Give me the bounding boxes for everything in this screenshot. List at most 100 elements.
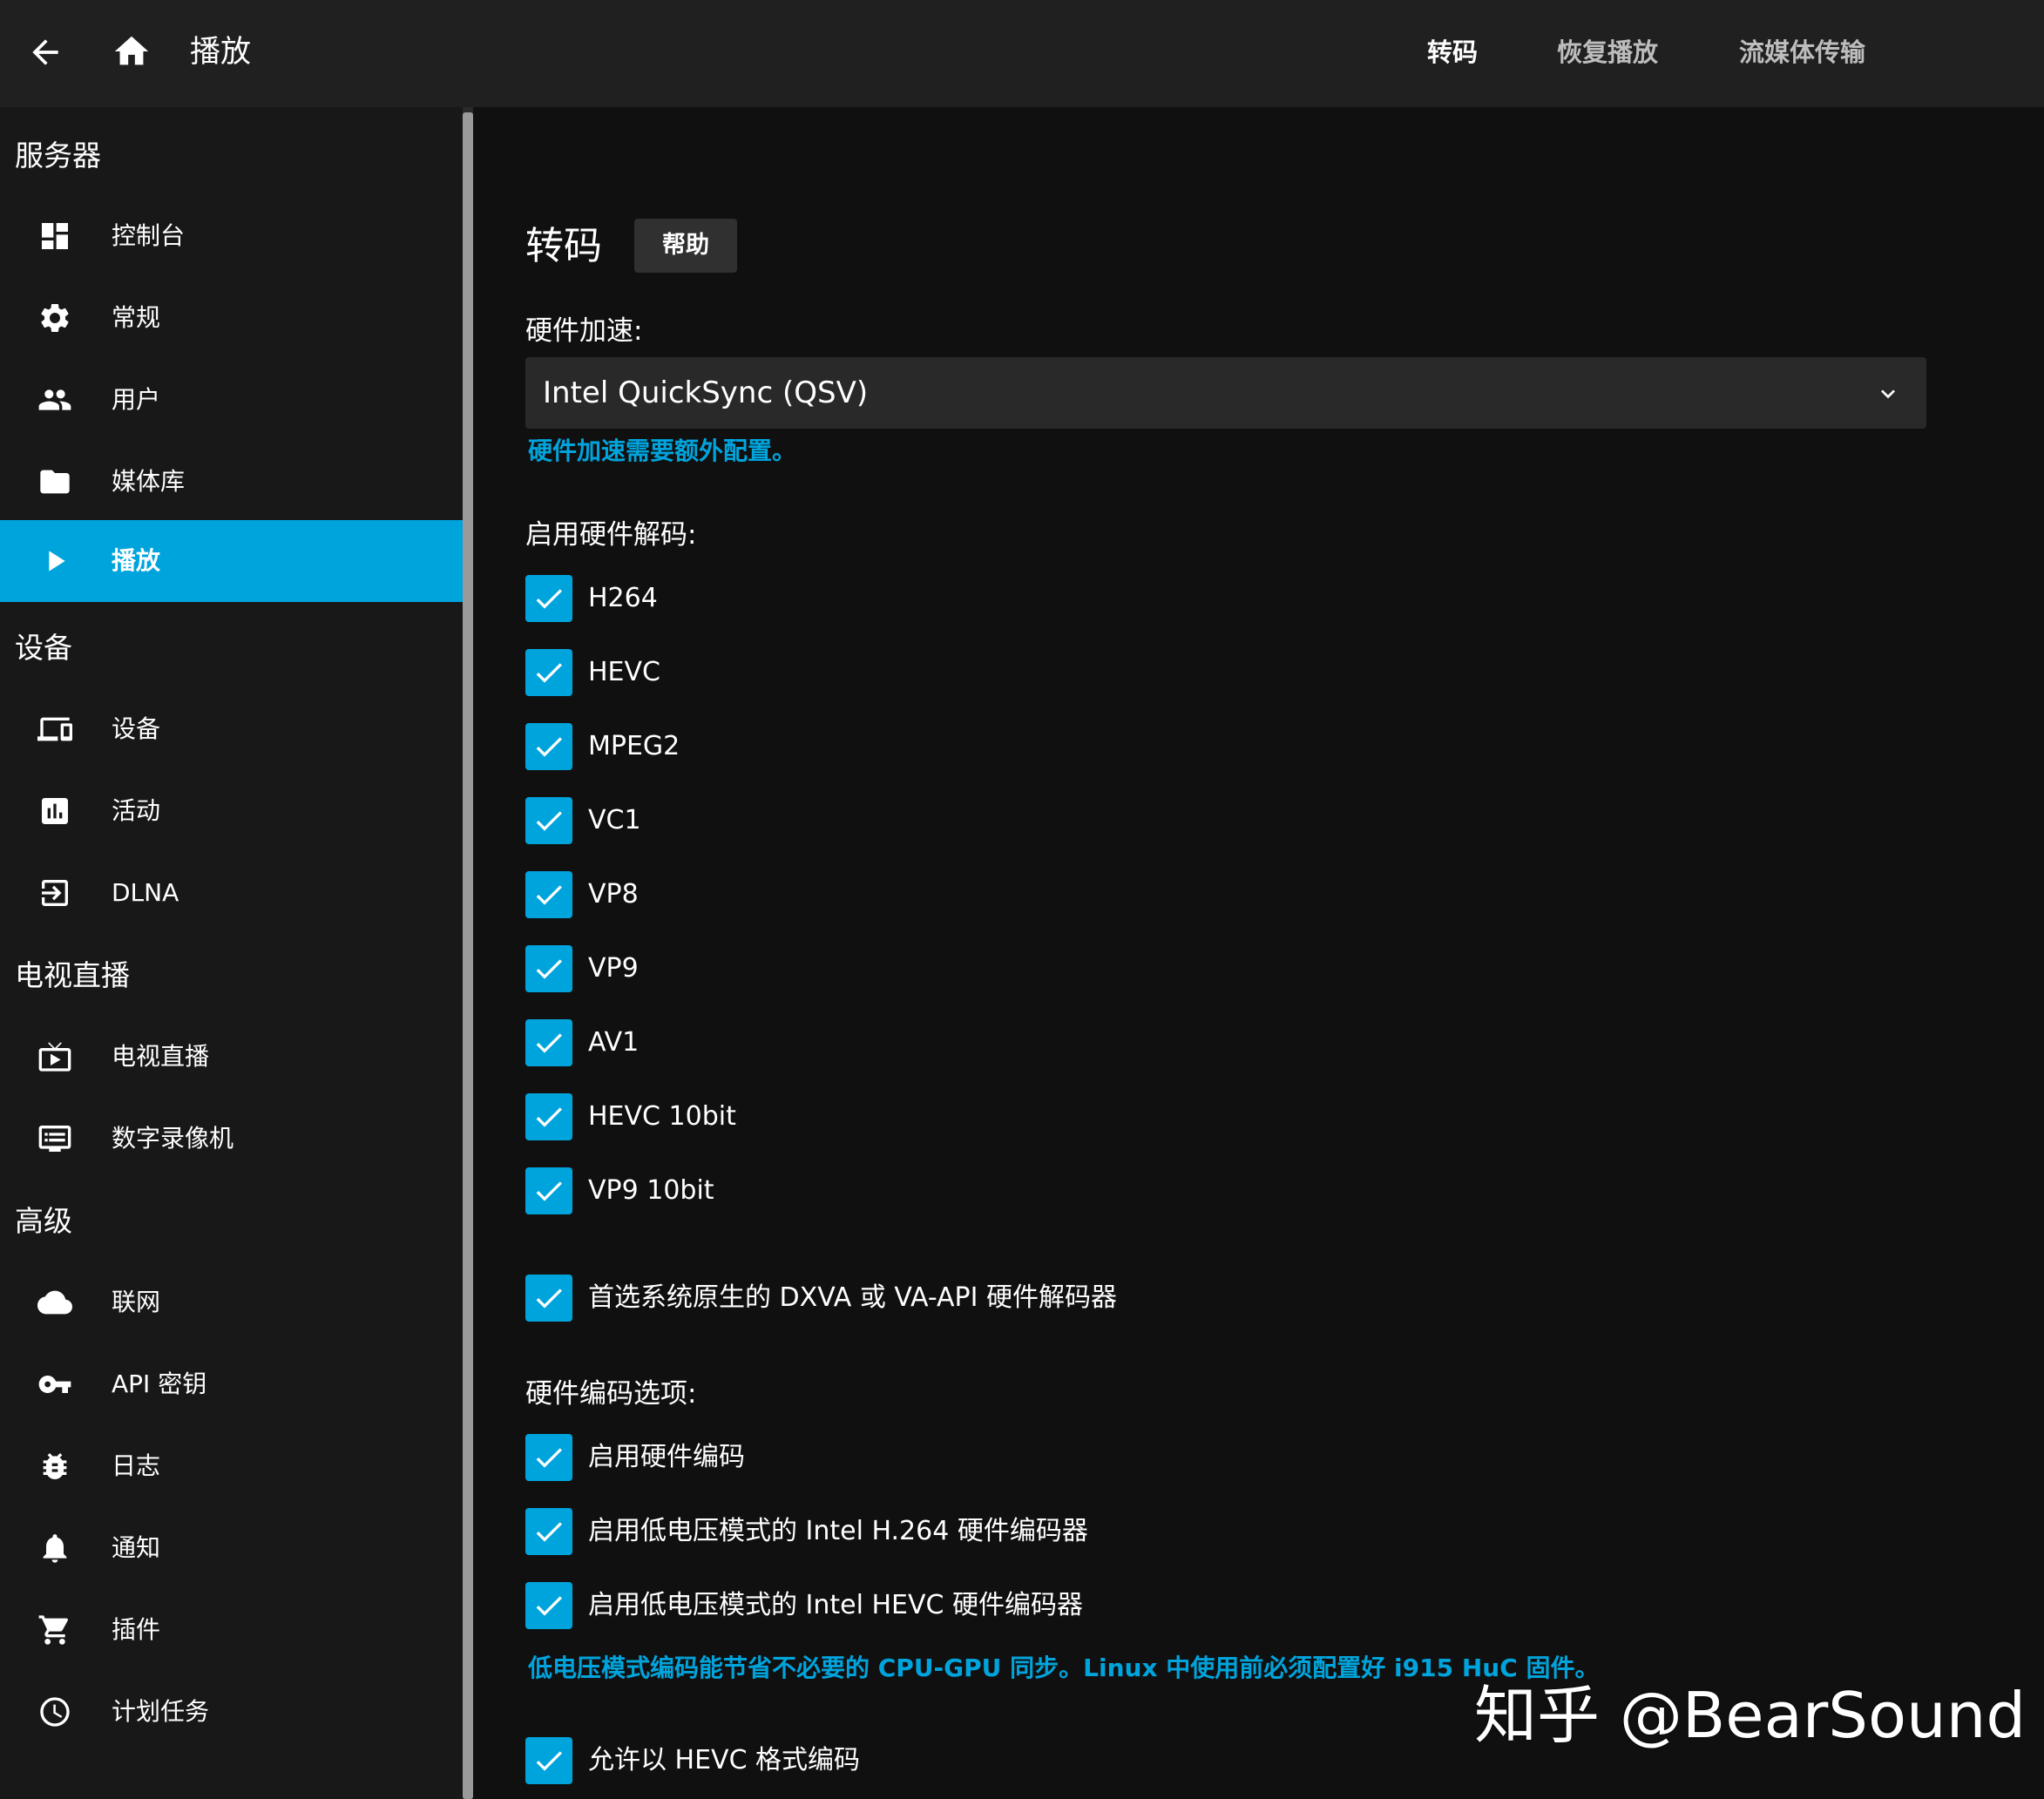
tab-transcoding[interactable]: 转码: [1427, 35, 1478, 70]
check-icon: [536, 589, 562, 609]
dlna-icon: [42, 880, 68, 906]
check-icon: [536, 663, 562, 683]
sidebar-section-advanced: 高级: [15, 1204, 72, 1238]
cloud-icon: [37, 1290, 72, 1315]
checkbox-label: AV1: [588, 1027, 640, 1058]
sidebar-item-label: 数字录像机: [112, 1124, 234, 1153]
sidebar-item-general[interactable]: 常规: [0, 277, 463, 359]
checkbox-label: H264: [588, 583, 658, 613]
bug-icon: [43, 1453, 67, 1479]
home-icon[interactable]: [112, 31, 152, 71]
sidebar-item-scheduled-tasks[interactable]: 计划任务: [0, 1671, 463, 1753]
sidebar-section-server: 服务器: [15, 139, 101, 172]
checkbox-label: MPEG2: [588, 731, 680, 761]
check-icon: [536, 1448, 562, 1468]
back-arrow-icon[interactable]: [26, 33, 64, 71]
dashboard-icon: [42, 223, 68, 249]
sidebar-item-dlna[interactable]: DLNA: [0, 852, 463, 934]
checkbox-box[interactable]: [525, 1093, 572, 1140]
check-icon: [536, 1522, 562, 1542]
devices-icon: [37, 717, 72, 741]
sidebar-item-users[interactable]: 用户: [0, 359, 463, 441]
sidebar-item-label: API 密钥: [112, 1370, 207, 1398]
checkbox-box[interactable]: [525, 1508, 572, 1555]
hw-accel-select[interactable]: Intel QuickSync (QSV): [525, 357, 1926, 429]
checkbox-box[interactable]: [525, 1582, 572, 1629]
sidebar-item-label: 计划任务: [112, 1697, 210, 1726]
checkbox-label: HEVC 10bit: [588, 1101, 736, 1132]
low-power-note-link[interactable]: 低电压模式编码能节省不必要的 CPU-GPU 同步。Linux 中使用前必须配置…: [528, 1650, 1600, 1687]
help-button[interactable]: 帮助: [634, 219, 737, 273]
encode-label: 硬件编码选项:: [525, 1378, 697, 1410]
sidebar-item-notifications[interactable]: 通知: [0, 1507, 463, 1589]
watermark: 知乎 @BearSound: [1474, 1679, 2027, 1752]
folder-icon: [40, 470, 70, 494]
checkbox-label: VP9: [588, 953, 639, 984]
checkbox-label: VP8: [588, 879, 639, 910]
check-icon: [536, 737, 562, 757]
check-icon: [536, 1107, 562, 1127]
checkbox-label: VC1: [588, 805, 641, 835]
tab-streaming[interactable]: 流媒体传输: [1739, 35, 1865, 70]
check-icon: [536, 959, 562, 979]
play-icon: [49, 551, 65, 571]
checkbox-box[interactable]: [525, 1434, 572, 1481]
checkbox-box[interactable]: [525, 1275, 572, 1322]
main-content: 转码 帮助 硬件加速: Intel QuickSync (QSV) 硬件加速需要…: [473, 107, 2044, 1799]
sidebar-item-dashboard[interactable]: 控制台: [0, 195, 463, 277]
check-icon: [536, 1288, 562, 1309]
users-icon: [38, 389, 71, 410]
scrollbar-thumb[interactable]: [463, 112, 473, 1799]
checkbox-label: HEVC: [588, 657, 660, 687]
hw-accel-config-link[interactable]: 硬件加速需要额外配置。: [528, 433, 796, 470]
sidebar-item-label: 控制台: [112, 221, 186, 250]
sidebar-item-label: 联网: [112, 1288, 161, 1316]
sidebar-item-playback[interactable]: 播放: [0, 520, 463, 602]
sidebar: 服务器 控制台 常规 用户 媒体库 播放 设备 设备 活动 DLNA 电视直播 …: [0, 107, 463, 1799]
sidebar-item-label: 播放: [112, 546, 161, 575]
sidebar-item-label: DLNA: [112, 878, 179, 907]
checkbox-box[interactable]: [525, 723, 572, 770]
sidebar-item-libraries[interactable]: 媒体库: [0, 441, 463, 523]
tab-resume[interactable]: 恢复播放: [1557, 35, 1658, 70]
checkbox-box[interactable]: [525, 575, 572, 622]
page-title: 播放: [190, 35, 252, 70]
checkbox-box[interactable]: [525, 649, 572, 696]
checkbox-label: 启用低电压模式的 Intel H.264 硬件编码器: [588, 1516, 1088, 1546]
sidebar-item-dvr[interactable]: 数字录像机: [0, 1098, 463, 1180]
sidebar-section-devices: 设备: [15, 631, 72, 665]
key-icon: [38, 1376, 71, 1393]
sidebar-item-activity[interactable]: 活动: [0, 770, 463, 852]
check-icon: [536, 1033, 562, 1053]
sidebar-item-label: 设备: [112, 714, 161, 743]
live-tv-icon: [38, 1042, 71, 1072]
hw-accel-label: 硬件加速:: [525, 315, 643, 347]
sidebar-item-label: 媒体库: [112, 467, 186, 496]
checkbox-box[interactable]: [525, 1019, 572, 1066]
checkbox-box[interactable]: [525, 797, 572, 844]
sidebar-item-logs[interactable]: 日志: [0, 1425, 463, 1507]
checkbox-label: 首选系统原生的 DXVA 或 VA-API 硬件解码器: [588, 1282, 1118, 1313]
cart-icon: [38, 1615, 69, 1645]
checkbox-box[interactable]: [525, 871, 572, 918]
checkbox-box[interactable]: [525, 945, 572, 992]
decode-label: 启用硬件解码:: [525, 519, 697, 551]
sidebar-item-devices[interactable]: 设备: [0, 688, 463, 770]
sidebar-item-plugins[interactable]: 插件: [0, 1589, 463, 1671]
check-icon: [536, 885, 562, 905]
checkbox-label: 启用低电压模式的 Intel HEVC 硬件编码器: [588, 1590, 1084, 1620]
check-icon: [536, 1751, 562, 1771]
check-icon: [536, 1181, 562, 1201]
checkbox-box[interactable]: [525, 1737, 572, 1784]
sidebar-item-api-keys[interactable]: API 密钥: [0, 1343, 463, 1425]
sidebar-scrollbar[interactable]: [463, 107, 473, 1799]
checkbox-box[interactable]: [525, 1167, 572, 1214]
checkbox-label: 允许以 HEVC 格式编码: [588, 1745, 861, 1775]
sidebar-item-livetv[interactable]: 电视直播: [0, 1016, 463, 1098]
sidebar-item-label: 用户: [112, 385, 161, 414]
sidebar-item-networking[interactable]: 联网: [0, 1261, 463, 1343]
checkbox-label: VP9 10bit: [588, 1175, 714, 1206]
sidebar-item-label: 常规: [112, 303, 161, 332]
dvr-icon: [38, 1126, 71, 1152]
checkbox-label: 启用硬件编码: [588, 1442, 745, 1472]
